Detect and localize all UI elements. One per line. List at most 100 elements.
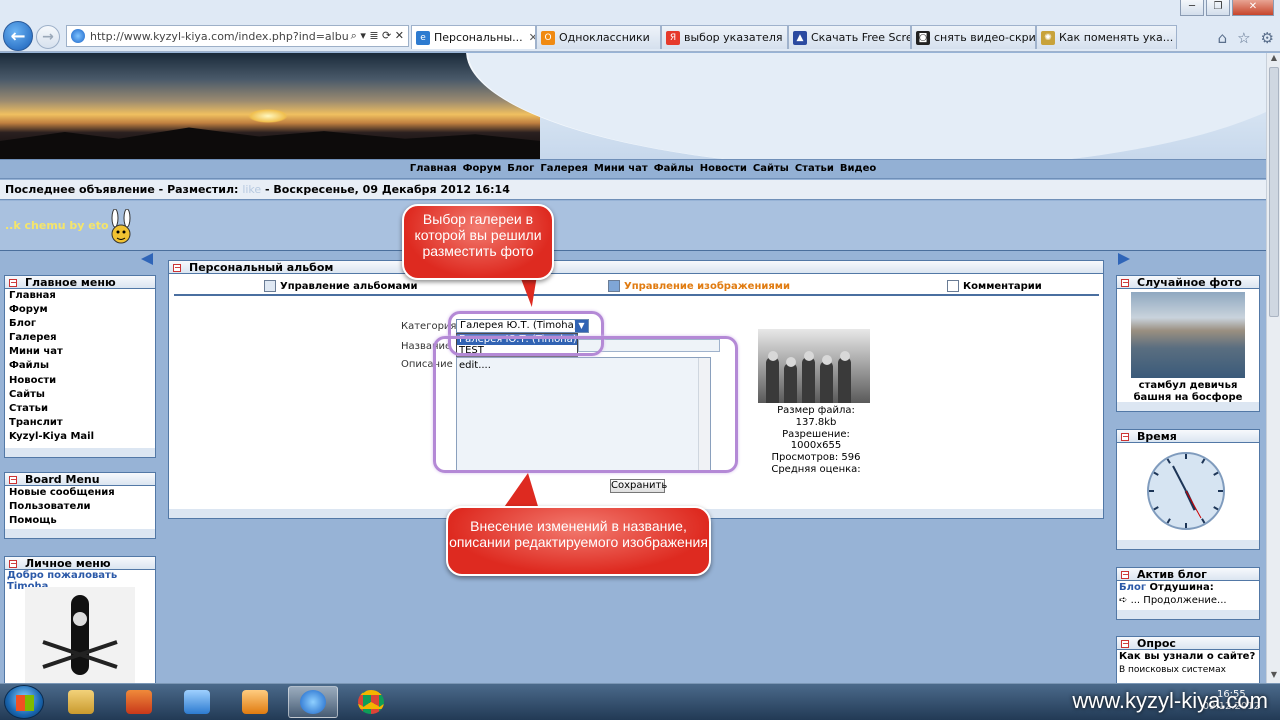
tab-strip: e Персональны... ✕ O Одноклассники Явыбор ука… xyxy=(411,25,1177,49)
announce-author-link[interactable]: like xyxy=(242,183,261,196)
taskbar-app[interactable] xyxy=(114,686,164,718)
random-photo-title: Случайное фото xyxy=(1137,276,1242,289)
main-menu-item[interactable]: Сайты xyxy=(5,388,155,402)
media-player-icon xyxy=(242,690,268,714)
main-menu-item[interactable]: Блог xyxy=(5,317,155,331)
user-nick[interactable]: ..k chemu by eto xyxy=(5,219,109,232)
maximize-button[interactable]: ❐ xyxy=(1206,0,1230,16)
tab-label: Персональны... xyxy=(434,31,523,44)
collapse-minus-icon[interactable]: − xyxy=(1121,433,1129,441)
announce-date: - Воскресенье, 09 Декабря 2012 16:14 xyxy=(265,183,510,196)
banner-curve xyxy=(468,53,1266,159)
collapse-minus-icon[interactable]: − xyxy=(9,279,17,287)
manage-images-link[interactable]: Управление изображениями xyxy=(608,280,790,292)
topnav-link[interactable]: Статьи xyxy=(795,163,834,174)
poll-header: − Опрос xyxy=(1117,637,1259,650)
taskbar-internet-explorer[interactable] xyxy=(288,686,338,718)
topnav-link[interactable]: Галерея xyxy=(540,163,588,174)
close-window-button[interactable]: ✕ xyxy=(1232,0,1274,16)
main-menu-item[interactable]: Файлы xyxy=(5,359,155,373)
topnav-link[interactable]: Мини чат xyxy=(594,163,648,174)
main-menu-item[interactable]: Статьи xyxy=(5,402,155,416)
collapse-minus-icon[interactable]: − xyxy=(1121,640,1129,648)
random-photo-image[interactable] xyxy=(1131,292,1245,378)
browser-tab[interactable]: Явыбор указателя ... xyxy=(661,25,788,49)
tab-favicon-icon: O xyxy=(541,30,555,45)
collapse-minus-icon[interactable]: − xyxy=(9,476,17,484)
board-menu-item[interactable]: Пользователи xyxy=(5,500,155,514)
collapse-left-arrow-icon[interactable] xyxy=(141,253,153,265)
main-menu-item[interactable]: Главная xyxy=(5,289,155,303)
taskbar-explorer[interactable] xyxy=(56,686,106,718)
minimize-button[interactable]: ─ xyxy=(1180,0,1204,16)
topnav-link[interactable]: Сайты xyxy=(753,163,789,174)
bunny-avatar-icon xyxy=(111,209,131,244)
save-button[interactable]: Сохранить xyxy=(610,479,667,493)
topnav-link[interactable]: Новости xyxy=(700,163,747,174)
main-menu-item[interactable]: Мини чат xyxy=(5,345,155,359)
topnav-link[interactable]: Форум xyxy=(463,163,502,174)
manage-albums-link[interactable]: Управление альбомами xyxy=(264,280,418,292)
sunset-image xyxy=(0,53,540,159)
browser-tab[interactable]: ◙ снять видео-скри... xyxy=(911,25,1036,49)
callout-edit-description: Внесение изменений в название, описании … xyxy=(446,506,711,576)
blog-entry[interactable]: Блог Отдушина: xyxy=(1117,581,1259,594)
collapse-minus-icon[interactable]: − xyxy=(9,560,17,568)
collapse-minus-icon[interactable]: − xyxy=(1121,571,1129,579)
user-avatar-image xyxy=(25,587,135,683)
view-count: Просмотров: 596 xyxy=(771,452,861,464)
main-menu-item[interactable]: Транслит xyxy=(5,416,155,430)
main-menu-item[interactable]: Форум xyxy=(5,303,155,317)
chrome-icon xyxy=(358,690,384,714)
taskbar-chrome[interactable] xyxy=(346,686,396,718)
main-menu-item[interactable]: Галерея xyxy=(5,331,155,345)
page-scrollbar[interactable]: ▲ ▼ xyxy=(1266,53,1280,683)
main-menu-item[interactable]: Kyzyl-Kiya Mail xyxy=(5,430,155,444)
tab-close-icon[interactable]: ✕ xyxy=(529,31,535,44)
taskbar-mail[interactable] xyxy=(172,686,222,718)
internet-explorer-icon xyxy=(300,690,326,714)
settings-gear-icon[interactable]: ⚙ xyxy=(1261,29,1274,47)
collapse-right-arrow-icon[interactable] xyxy=(1118,253,1130,265)
topnav-link[interactable]: Блог xyxy=(507,163,534,174)
board-menu-list: Новые сообщения Пользователи Помощь xyxy=(5,486,155,528)
back-arrow-icon: ← xyxy=(10,25,26,47)
board-menu-item[interactable]: Новые сообщения xyxy=(5,486,155,500)
browser-tab[interactable]: e Персональны... ✕ xyxy=(411,25,536,49)
start-button[interactable] xyxy=(4,685,44,719)
topnav-link[interactable]: Главная xyxy=(410,163,457,174)
browser-tab[interactable]: ▲ Скачать Free Scre... xyxy=(788,25,911,49)
taskbar-media[interactable] xyxy=(230,686,280,718)
address-url[interactable]: http://www.kyzyl-kiya.com/index.php?ind=… xyxy=(90,30,351,43)
edited-photo-thumbnail[interactable] xyxy=(758,329,870,403)
home-icon[interactable]: ⌂ xyxy=(1218,29,1228,47)
back-button[interactable]: ← xyxy=(3,21,33,51)
personal-menu-header: − Личное меню xyxy=(5,557,155,570)
poll-option[interactable]: В поисковых системах xyxy=(1117,664,1259,676)
window-controls: ─ ❐ ✕ xyxy=(1180,0,1274,16)
random-photo-box: − Случайное фото стамбул девичья башня на… xyxy=(1116,275,1260,412)
favorites-star-icon[interactable]: ☆ xyxy=(1237,29,1250,47)
main-menu-item[interactable]: Новости xyxy=(5,374,155,388)
tab-favicon-icon: ◙ xyxy=(916,30,930,45)
address-bar[interactable]: http://www.kyzyl-kiya.com/index.php?ind=… xyxy=(66,25,409,47)
file-size: Размер файла: 137.8kb xyxy=(777,405,855,428)
collapse-minus-icon[interactable]: − xyxy=(1121,279,1129,287)
address-tools[interactable]: ⌕ ▾ ≣ ⟳ ✕ xyxy=(351,29,408,43)
forward-button[interactable]: → xyxy=(36,25,60,49)
browser-tab[interactable]: O Одноклассники xyxy=(536,25,661,49)
board-menu-item[interactable]: Помощь xyxy=(5,514,155,528)
active-blog-title: Актив блог xyxy=(1137,568,1207,581)
collapse-minus-icon[interactable]: − xyxy=(173,264,181,272)
mail-icon xyxy=(184,690,210,714)
topnav-link[interactable]: Видео xyxy=(840,163,876,174)
time-title: Время xyxy=(1137,430,1177,443)
user-bar: ..k chemu by eto xyxy=(0,201,1266,251)
browser-tab[interactable]: ✺ Как поменять ука... xyxy=(1036,25,1177,49)
app-icon xyxy=(126,690,152,714)
topnav-link[interactable]: Файлы xyxy=(654,163,694,174)
comments-link[interactable]: Комментарии xyxy=(947,280,1042,292)
board-menu-header: − Board Menu xyxy=(5,473,155,486)
blog-more-link[interactable]: ➪ ... Продолжение... xyxy=(1117,594,1259,607)
web-page: Главная Форум Блог Галерея Мини чат Файлы Ново… xyxy=(0,53,1266,683)
